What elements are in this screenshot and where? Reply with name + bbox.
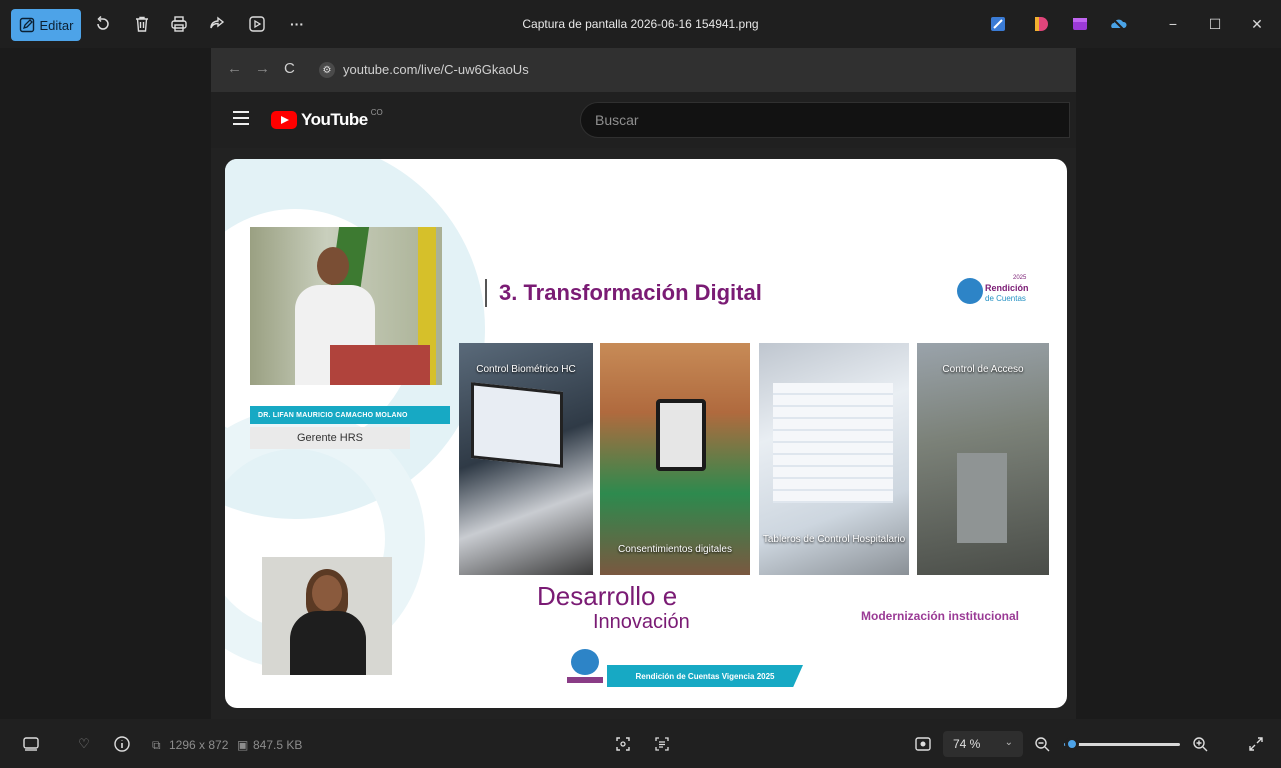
info-icon[interactable] [112, 734, 132, 754]
zoom-out-icon[interactable] [1032, 734, 1052, 754]
photo-consent: Consentimientos digitales [600, 343, 750, 575]
forward-icon: → [255, 60, 270, 77]
text-scan-icon[interactable] [652, 734, 672, 754]
photo-caption: Consentimientos digitales [618, 544, 732, 555]
modernizacion-label: Modernización institucional [861, 609, 1020, 623]
site-info-icon: ⚙ [319, 62, 335, 78]
minimize-button[interactable]: − [1160, 12, 1186, 36]
youtube-wordmark: YouTube [301, 110, 368, 129]
screenshot-image: ← → C ⚙ youtube.com/live/C-uw6GkaoUs You… [211, 48, 1076, 719]
photo-dashboards: Tableros de Control Hospitalario [759, 343, 909, 575]
filmstrip-icon[interactable] [21, 734, 41, 754]
zoom-slider[interactable] [1064, 737, 1180, 751]
rendicion-cuentas-logo: 2025 Rendición de Cuentas [953, 275, 1035, 309]
reload-icon: C [284, 60, 295, 77]
more-icon[interactable]: ··· [286, 13, 308, 35]
youtube-region: CO [370, 107, 383, 117]
photo-caption: Control de Acceso [942, 364, 1024, 375]
footer-banner: Rendición de Cuentas Vigencia 2025 [607, 665, 803, 687]
desarrollo-heading: Desarrollo e [537, 581, 678, 611]
print-icon[interactable] [168, 13, 190, 35]
paint-app-icon[interactable] [988, 14, 1008, 34]
zoom-value: 74 % [953, 737, 981, 751]
favorite-icon[interactable]: ♡ [74, 734, 94, 754]
chevron-down-icon: ⌄ [1004, 737, 1013, 748]
delete-icon[interactable] [131, 13, 153, 35]
sign-language-interpreter [262, 557, 392, 675]
photo-caption: Tableros de Control Hospitalario [762, 534, 906, 545]
dimensions-icon: ⧉ [152, 738, 161, 752]
youtube-logo: YouTube CO [271, 107, 383, 130]
filesize-icon: ▣ [237, 738, 249, 752]
footer-logo [567, 649, 603, 689]
clipchamp-app-icon[interactable] [1070, 14, 1090, 34]
speaker-role: Gerente HRS [250, 427, 410, 449]
photo-caption: Control Biométrico HC [476, 364, 576, 375]
back-icon: ← [227, 60, 242, 77]
image-dimensions: 1296 x 872 [169, 738, 229, 752]
onedrive-offline-icon[interactable] [1108, 14, 1128, 34]
title-bar: Editar ··· Captura de pantalla 2026-06-1… [0, 0, 1281, 48]
photo-access-control: Control de Acceso [917, 343, 1049, 575]
browser-address-bar: ← → C ⚙ youtube.com/live/C-uw6GkaoUs [211, 48, 1076, 92]
maximize-button[interactable]: ☐ [1202, 12, 1228, 36]
edit-icon [19, 17, 34, 33]
youtube-search: Buscar [580, 102, 1070, 138]
status-bar: ♡ ⧉ 1296 x 872 ▣ 847.5 KB 74 % ⌄ [0, 719, 1281, 768]
close-button[interactable]: ✕ [1244, 12, 1270, 36]
fit-screen-icon[interactable] [913, 734, 933, 754]
designer-app-icon[interactable] [1030, 14, 1050, 34]
browser-url: youtube.com/live/C-uw6GkaoUs [343, 62, 529, 77]
speaker-name: DR. LIFAN MAURICIO CAMACHO MOLANO [250, 406, 450, 424]
edit-label: Editar [39, 17, 74, 33]
zoom-slider-thumb[interactable] [1065, 737, 1079, 751]
select-region-icon[interactable] [613, 734, 633, 754]
youtube-play-icon [271, 111, 297, 129]
menu-icon [233, 111, 249, 129]
presentation-slide: DR. LIFAN MAURICIO CAMACHO MOLANO Gerent… [225, 159, 1067, 708]
share-icon[interactable] [206, 13, 228, 35]
slideshow-icon[interactable] [246, 13, 268, 35]
file-size: 847.5 KB [253, 738, 303, 752]
zoom-in-icon[interactable] [1190, 734, 1210, 754]
photo-biometric: Control Biométrico HC [459, 343, 593, 575]
youtube-header: YouTube CO Buscar [211, 92, 1076, 148]
rotate-icon[interactable] [92, 13, 114, 35]
zoom-dropdown[interactable]: 74 % ⌄ [943, 731, 1023, 757]
edit-button[interactable]: Editar [11, 9, 81, 41]
fullscreen-icon[interactable] [1246, 734, 1266, 754]
innovacion-heading: Innovación [593, 611, 690, 633]
section-title: 3. Transformación Digital [485, 279, 762, 307]
speaker-video [250, 227, 442, 385]
